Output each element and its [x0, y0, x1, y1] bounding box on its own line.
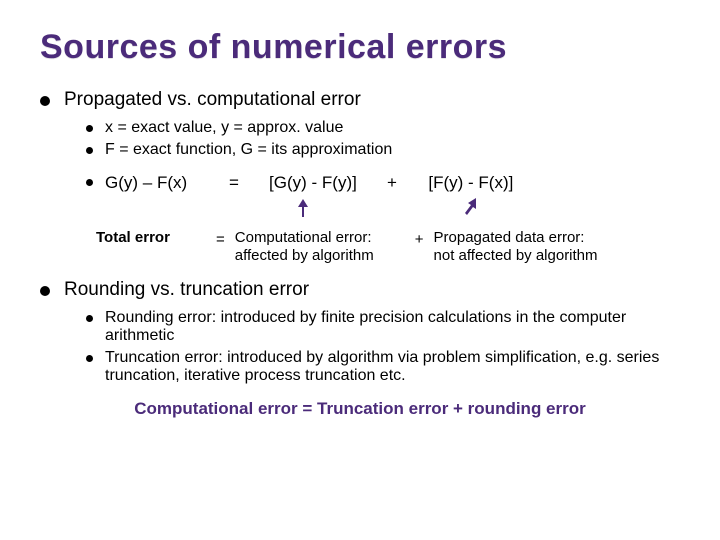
- slide-title: Sources of numerical errors: [40, 28, 680, 67]
- bullet-icon: [86, 179, 93, 186]
- bullet-icon: [40, 96, 50, 106]
- arrow-diag-icon: [462, 197, 474, 209]
- bullet-icon: [40, 286, 50, 296]
- section2-heading: Rounding vs. truncation error: [64, 279, 309, 301]
- def-xy-text: x = exact value, y = approx. value: [105, 119, 680, 137]
- section1-heading: Propagated vs. computational error: [64, 89, 361, 111]
- label-total: Total error: [86, 229, 206, 246]
- bullet-icon: [86, 315, 93, 322]
- label-comp-line2: affected by algorithm: [235, 247, 374, 264]
- rounding-error-text: Rounding error: introduced by finite pre…: [105, 309, 680, 345]
- slide: Sources of numerical errors Propagated v…: [0, 0, 720, 540]
- truncation-error-text: Truncation error: introduced by algorith…: [105, 349, 680, 385]
- eq-lhs: G(y) – F(x): [105, 173, 215, 193]
- eq-mid: [G(y) - F(y)]: [253, 173, 373, 193]
- label-equals: =: [206, 229, 235, 248]
- label-comp-line1: Computational error:: [235, 229, 372, 246]
- section1-sublist: x = exact value, y = approx. value F = e…: [86, 119, 680, 265]
- label-prop-line2: not affected by algorithm: [434, 247, 598, 264]
- def-fg: F = exact function, G = its approximatio…: [86, 141, 680, 159]
- eq-equals: =: [215, 173, 253, 193]
- rounding-error: Rounding error: introduced by finite pre…: [86, 309, 680, 345]
- def-fg-text: F = exact function, G = its approximatio…: [105, 141, 680, 159]
- def-xy: x = exact value, y = approx. value: [86, 119, 680, 137]
- bullet-propagated-vs-computational: Propagated vs. computational error: [40, 89, 680, 111]
- equation-row: G(y) – F(x) = [G(y) - F(y)] + [F(y) - F(…: [86, 173, 680, 193]
- bullet-rounding-vs-truncation: Rounding vs. truncation error: [40, 279, 680, 301]
- eq-plus: +: [373, 173, 411, 193]
- bullet-icon: [86, 147, 93, 154]
- bullet-icon: [86, 355, 93, 362]
- arrow-up-icon: [296, 199, 308, 211]
- eq-rhs: [F(y) - F(x)]: [411, 173, 531, 193]
- label-plus: +: [405, 229, 434, 248]
- footer-summary: Computational error = Truncation error +…: [40, 399, 680, 419]
- truncation-error: Truncation error: introduced by algorith…: [86, 349, 680, 385]
- bullet-icon: [86, 125, 93, 132]
- section2-sublist: Rounding error: introduced by finite pre…: [86, 309, 680, 385]
- label-prop-line1: Propagated data error:: [434, 229, 585, 246]
- labels-row: Total error = Computational error: affec…: [86, 229, 680, 265]
